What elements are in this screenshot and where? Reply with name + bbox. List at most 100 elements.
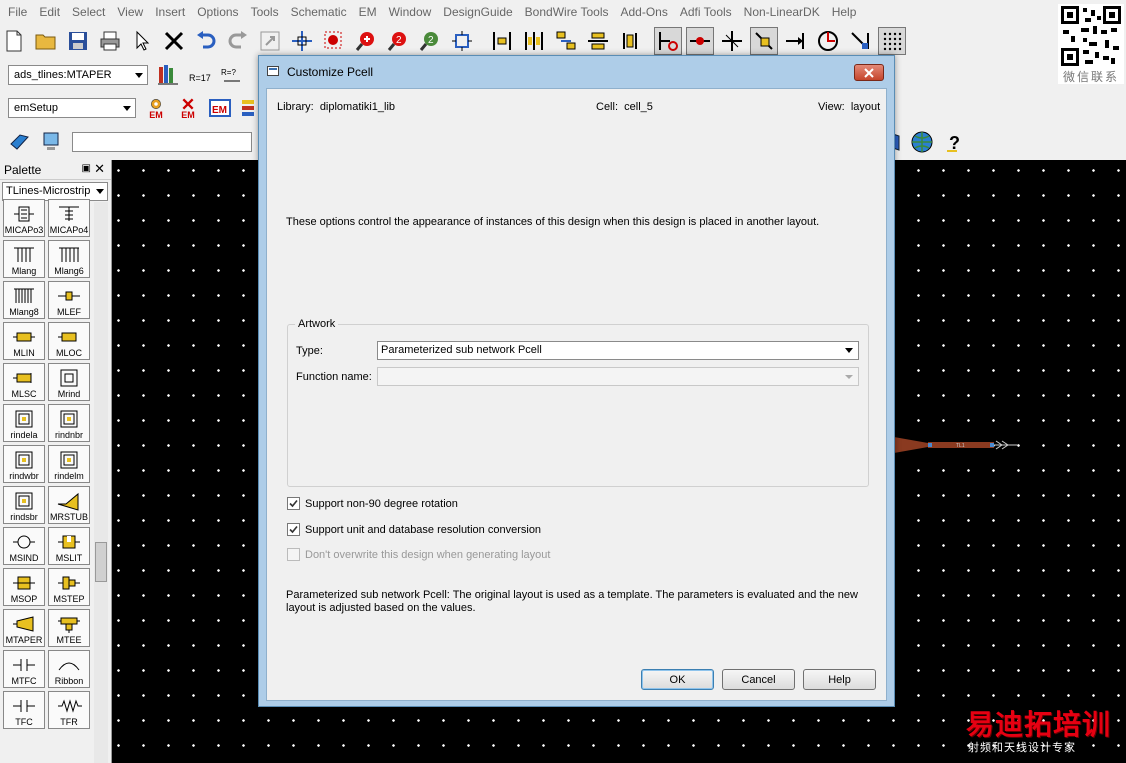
scrollbar-thumb[interactable] (95, 542, 107, 582)
library-books-icon[interactable] (154, 61, 182, 89)
em-cancel-icon[interactable]: EM (174, 94, 202, 122)
menu-schematic[interactable]: Schematic (285, 0, 353, 24)
zoom-in-2x-icon[interactable]: 2 (384, 27, 412, 55)
dialog-titlebar[interactable]: Customize Pcell (259, 56, 894, 88)
globe-icon[interactable] (908, 128, 936, 156)
menu-options[interactable]: Options (191, 0, 244, 24)
palette-item-mtfc[interactable]: MTFC (3, 650, 45, 688)
palette-item-mlef[interactable]: MLEF (48, 281, 90, 319)
help-question-icon[interactable]: ? (940, 128, 968, 156)
menu-select[interactable]: Select (66, 0, 111, 24)
palette-item-mrstub[interactable]: MRSTUB (48, 486, 90, 524)
snap-midpoint-icon[interactable] (750, 27, 778, 55)
dialog-close-button[interactable] (854, 64, 884, 81)
resistor-value-icon[interactable]: R=17 (186, 61, 214, 89)
em-simulate-icon[interactable]: EM (206, 94, 234, 122)
snap-grid-icon[interactable] (878, 27, 906, 55)
palette-item-rindelm[interactable]: rindelm (48, 445, 90, 483)
open-folder-icon[interactable] (32, 27, 60, 55)
palette-item-ribbon[interactable]: Ribbon (48, 650, 90, 688)
menu-em[interactable]: EM (353, 0, 383, 24)
palette-item-mtee[interactable]: MTEE (48, 609, 90, 647)
help-button[interactable]: Help (803, 669, 876, 690)
em-gear-icon[interactable]: EM (142, 94, 170, 122)
zoom-area-icon[interactable] (320, 27, 348, 55)
palette-item-msop[interactable]: MSOP (3, 568, 45, 606)
function-name-select[interactable] (377, 367, 859, 386)
edit-tag-icon[interactable] (6, 128, 34, 156)
zoom-out-2x-icon[interactable]: 2 (416, 27, 444, 55)
menu-file[interactable]: File (2, 0, 33, 24)
menu-view[interactable]: View (111, 0, 149, 24)
palette-item-mloc[interactable]: MLOC (48, 322, 90, 360)
palette-item-rindsbr[interactable]: rindsbr (3, 486, 45, 524)
snap-pin-icon[interactable] (686, 27, 714, 55)
type-select[interactable]: Parameterized sub network Pcell (377, 341, 859, 360)
print-icon[interactable] (96, 27, 124, 55)
palette-item-mlang8[interactable]: Mlang8 (3, 281, 45, 319)
snap-vertex-icon[interactable] (718, 27, 746, 55)
view-all-icon[interactable] (448, 27, 476, 55)
support-unit-conversion-checkbox[interactable]: Support unit and database resolution con… (287, 523, 541, 536)
rotate-icon[interactable] (616, 27, 644, 55)
new-document-icon[interactable] (0, 27, 28, 55)
palette-item-mstep[interactable]: MSTEP (48, 568, 90, 606)
support-rotation-checkbox[interactable]: Support non-90 degree rotation (287, 497, 458, 510)
menu-add-ons[interactable]: Add-Ons (615, 0, 674, 24)
palette-item-micapo4[interactable]: MICAPo4 (48, 199, 90, 237)
save-icon[interactable] (64, 27, 92, 55)
palette-item-msind[interactable]: MSIND (3, 527, 45, 565)
undo-icon[interactable] (192, 27, 220, 55)
palette-item-mlsc[interactable]: MLSC (3, 363, 45, 401)
snap-edge-icon[interactable] (782, 27, 810, 55)
menu-non-lineardk[interactable]: Non-LinearDK (738, 0, 826, 24)
ok-button[interactable]: OK (641, 669, 714, 690)
zoom-in-icon[interactable] (352, 27, 380, 55)
menu-edit[interactable]: Edit (33, 0, 66, 24)
palette-item-rindwbr[interactable]: rindwbr (3, 445, 45, 483)
snap-center-icon[interactable] (814, 27, 842, 55)
em-setup-combo[interactable]: emSetup (8, 98, 136, 118)
menu-tools[interactable]: Tools (245, 0, 285, 24)
redo-icon[interactable] (224, 27, 252, 55)
palette-item-mrind[interactable]: Mrind (48, 363, 90, 401)
palette-item-mlin[interactable]: MLIN (3, 322, 45, 360)
palette-item-tfc[interactable]: TFC (3, 691, 45, 729)
align-center-icon[interactable] (520, 27, 548, 55)
palette-item-mlang[interactable]: Mlang (3, 240, 45, 278)
snap-intersection-icon[interactable] (846, 27, 874, 55)
menu-window[interactable]: Window (383, 0, 438, 24)
palette-item-mlang6[interactable]: Mlang6 (48, 240, 90, 278)
menu-adfi-tools[interactable]: Adfi Tools (674, 0, 738, 24)
pin-icon[interactable]: ▣ (82, 163, 91, 174)
palette-item-tfr[interactable]: TFR (48, 691, 90, 729)
checkbox-box[interactable] (287, 497, 300, 510)
repeat-icon[interactable] (256, 27, 284, 55)
palette-item-rindnbr[interactable]: rindnbr (48, 404, 90, 442)
close-icon[interactable]: ✕ (94, 161, 105, 177)
distribute-icon[interactable] (552, 27, 580, 55)
palette-item-mtaper[interactable]: MTAPER (3, 609, 45, 647)
palette-item-rindela[interactable]: rindela (3, 404, 45, 442)
palette-item-micapo3[interactable]: MICAPo3 (3, 199, 45, 237)
align-middle-icon[interactable] (584, 27, 612, 55)
palette-scrollbar[interactable] (94, 202, 108, 763)
checkbox-box[interactable] (287, 523, 300, 536)
menu-help[interactable]: Help (826, 0, 863, 24)
select-pointer-icon[interactable] (128, 27, 156, 55)
menu-designguide[interactable]: DesignGuide (437, 0, 518, 24)
delete-icon[interactable] (160, 27, 188, 55)
menu-insert[interactable]: Insert (149, 0, 191, 24)
component-library-combo[interactable]: ads_tlines:MTAPER (8, 65, 148, 85)
resistor-parameter-icon[interactable]: R=? (218, 61, 246, 89)
move-icon[interactable] (288, 27, 316, 55)
monitor-icon[interactable] (38, 128, 66, 156)
palette-item-label: MSTEP (53, 594, 85, 604)
palette-item-mslit[interactable]: MSLIT (48, 527, 90, 565)
insert-pin-icon[interactable] (654, 27, 682, 55)
window-icon (267, 66, 279, 76)
command-line-input[interactable] (72, 132, 252, 152)
cancel-button[interactable]: Cancel (722, 669, 795, 690)
menu-bondwire-tools[interactable]: BondWire Tools (519, 0, 615, 24)
align-left-icon[interactable] (488, 27, 516, 55)
